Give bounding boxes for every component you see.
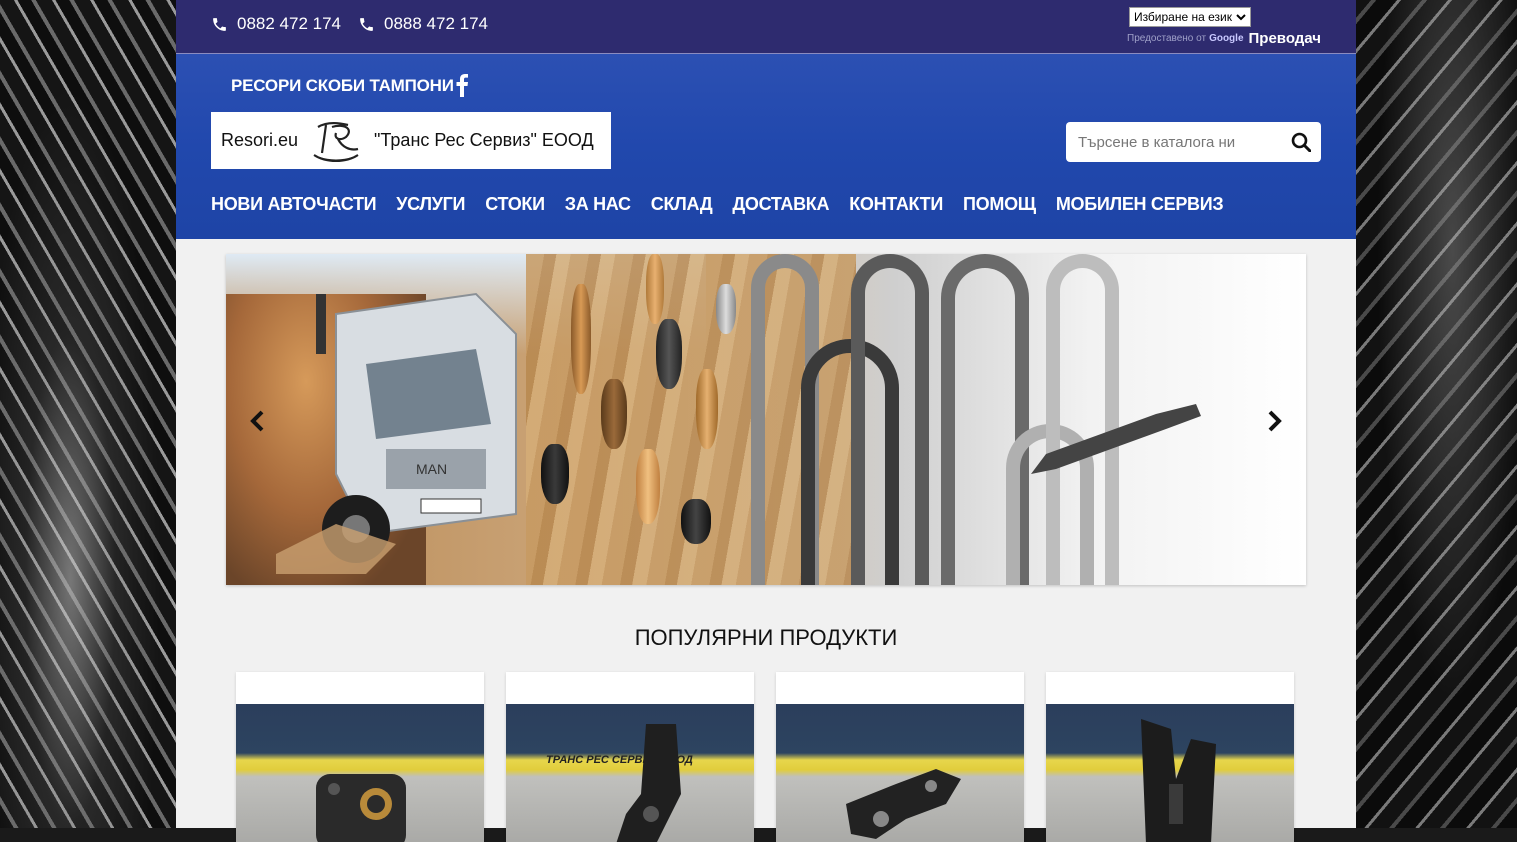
google-translate-attribution: Предоставено от Google Преводач bbox=[1127, 30, 1321, 47]
slide-bracket-image bbox=[1031, 404, 1201, 474]
logo-mark-icon bbox=[313, 121, 359, 162]
translate-link[interactable]: Преводач bbox=[1249, 30, 1321, 47]
search-icon[interactable] bbox=[1291, 132, 1311, 152]
phone-icon bbox=[213, 17, 226, 31]
facebook-icon[interactable] bbox=[455, 73, 469, 97]
product-part-image bbox=[316, 774, 406, 842]
nav-help[interactable]: ПОМОЩ bbox=[963, 194, 1036, 215]
chevron-right-icon[interactable] bbox=[1264, 410, 1284, 432]
phone-link-2[interactable]: 0888 472 174 bbox=[358, 14, 488, 34]
phone-number-2: 0888 472 174 bbox=[384, 14, 488, 33]
slide-bushing bbox=[541, 444, 569, 504]
product-card[interactable] bbox=[776, 672, 1024, 842]
product-image[interactable]: ТРАНС РЕС СЕРВИЗ ЕООД bbox=[506, 704, 754, 842]
powered-by-label: Предоставено от bbox=[1127, 33, 1207, 44]
tire-background-left bbox=[0, 0, 176, 828]
slide-bushing bbox=[716, 284, 736, 334]
nav-new-parts[interactable]: НОВИ АВТОЧАСТИ bbox=[211, 194, 377, 215]
product-image[interactable] bbox=[776, 704, 1024, 842]
phone-link-1[interactable]: 0882 472 174 bbox=[211, 14, 341, 34]
product-part-image bbox=[846, 769, 961, 839]
top-bar: 0882 472 174 0888 472 174 Избиране на ез… bbox=[176, 0, 1356, 54]
page-container: 0882 472 174 0888 472 174 Избиране на ез… bbox=[176, 0, 1356, 842]
slide-bushing bbox=[571, 284, 591, 394]
slide-bushing bbox=[636, 449, 660, 524]
slide-truck-image: MAN bbox=[276, 292, 517, 574]
nav-services[interactable]: УСЛУГИ bbox=[396, 194, 465, 215]
language-select[interactable]: Избиране на език bbox=[1128, 7, 1251, 27]
nav-mobile-service[interactable]: МОБИЛЕН СЕРВИЗ bbox=[1056, 194, 1224, 215]
chevron-down-icon bbox=[1236, 14, 1246, 21]
nav-contacts[interactable]: КОНТАКТИ bbox=[849, 194, 943, 215]
google-logo: Google bbox=[1209, 33, 1244, 44]
nav-goods[interactable]: СТОКИ bbox=[485, 194, 545, 215]
slide-u-bolt bbox=[851, 254, 929, 585]
product-grid: ТРАНС РЕС СЕРВИЗ ЕООД bbox=[236, 672, 1294, 842]
phone-icon bbox=[360, 17, 373, 31]
hero-slider: MAN bbox=[226, 254, 1306, 585]
logo-site-name: Resori.eu bbox=[221, 130, 299, 150]
header: РЕСОРИ СКОБИ ТАМПОНИ Resori.eu "Транс Ре… bbox=[176, 54, 1356, 239]
svg-text:MAN: MAN bbox=[416, 461, 447, 477]
slide-bushing bbox=[601, 379, 627, 449]
slide-bushing bbox=[646, 254, 664, 324]
slide-bushing bbox=[681, 499, 711, 544]
slide-bushing bbox=[696, 369, 718, 449]
nav-warehouse[interactable]: СКЛАД bbox=[651, 194, 713, 215]
site-logo[interactable]: Resori.eu "Транс Рес Сервиз" ЕООД bbox=[211, 112, 611, 169]
chevron-left-icon[interactable] bbox=[248, 410, 268, 432]
nav-delivery[interactable]: ДОСТАВКА bbox=[732, 194, 829, 215]
product-card[interactable] bbox=[1046, 672, 1294, 842]
search-input[interactable] bbox=[1076, 132, 1280, 152]
product-part-image bbox=[1141, 719, 1216, 842]
popular-products-title: ПОПУЛЯРНИ ПРОДУКТИ bbox=[634, 625, 898, 650]
logo-company-name: "Транс Рес Сервиз" ЕООД bbox=[374, 130, 594, 150]
phone-number-1: 0882 472 174 bbox=[237, 14, 341, 33]
slide-bushing bbox=[656, 319, 682, 389]
tire-background-right bbox=[1356, 0, 1517, 828]
language-select-label: Избиране на език bbox=[1133, 10, 1232, 24]
product-part-image bbox=[616, 724, 681, 842]
header-tagline[interactable]: РЕСОРИ СКОБИ ТАМПОНИ bbox=[231, 76, 454, 96]
product-card[interactable]: ТРАНС РЕС СЕРВИЗ ЕООД bbox=[506, 672, 754, 842]
product-image[interactable] bbox=[1046, 704, 1294, 842]
product-card[interactable] bbox=[236, 672, 484, 842]
search-box bbox=[1066, 122, 1321, 162]
product-image[interactable] bbox=[236, 704, 484, 842]
main-navigation: НОВИ АВТОЧАСТИ УСЛУГИ СТОКИ ЗА НАС СКЛАД… bbox=[211, 194, 1224, 215]
nav-about[interactable]: ЗА НАС bbox=[565, 194, 631, 215]
